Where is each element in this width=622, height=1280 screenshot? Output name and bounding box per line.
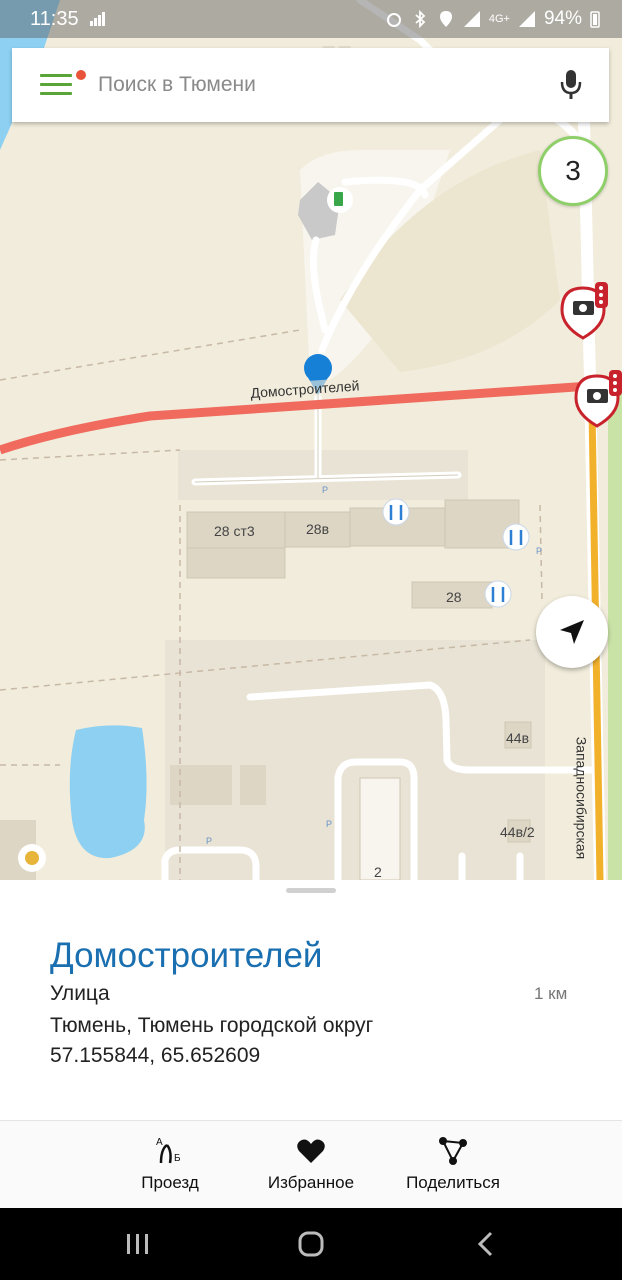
my-location-button[interactable]	[536, 596, 608, 668]
route-icon: A Б	[156, 1137, 181, 1164]
action-bar: A Б Проезд Избранное Поделиться	[0, 1120, 622, 1208]
place-card[interactable]: Домостроителей Улица 1 км Тюмень, Тюмень…	[0, 880, 622, 1120]
building-label: 44в/2	[500, 824, 535, 840]
share-icon	[439, 1137, 467, 1165]
battery-percent: 94%	[543, 8, 582, 29]
svg-text:Б: Б	[174, 1153, 181, 1164]
place-type: Улица	[50, 982, 110, 1005]
status-bar: 11:35 4G+ 94%	[0, 0, 622, 38]
route-button[interactable]: A Б Проезд	[120, 1121, 220, 1209]
search-input[interactable]	[98, 73, 533, 97]
map-view[interactable]: P P P P Домостроителей Западносибирская …	[0, 0, 622, 880]
favorites-button[interactable]: Избранное	[256, 1121, 366, 1209]
heart-icon	[297, 1139, 325, 1163]
route-label: Проезд	[141, 1173, 199, 1192]
voice-search-button[interactable]	[533, 48, 609, 122]
bluetooth-icon	[415, 10, 426, 28]
place-coordinates: 57.155844, 65.652609	[50, 1044, 261, 1067]
svg-text:P: P	[322, 485, 328, 495]
share-button[interactable]: Поделиться	[398, 1121, 508, 1209]
system-navigation-bar	[0, 1208, 622, 1280]
building-label: 44в	[506, 730, 530, 746]
notification-dot	[76, 70, 86, 80]
back-button[interactable]	[456, 1226, 516, 1262]
recent-apps-button[interactable]	[108, 1226, 168, 1262]
navigation-arrow-icon	[560, 620, 584, 644]
place-address: Тюмень, Тюмень городской округ	[50, 1014, 374, 1037]
menu-button[interactable]	[12, 48, 98, 122]
svg-text:P: P	[206, 836, 212, 846]
place-title: Домостроителей	[50, 936, 323, 975]
battery-icon	[590, 11, 600, 28]
signal-bars-icon	[89, 12, 105, 26]
street-label-zapadnosibirskaya: Западносибирская	[573, 736, 590, 860]
svg-text:P: P	[326, 819, 332, 829]
wifi-signal-icon	[463, 11, 480, 27]
building-label: 28в	[306, 521, 330, 537]
cell-signal-icon	[518, 11, 535, 27]
recent-apps-icon	[127, 1234, 148, 1254]
status-time: 11:35	[30, 7, 79, 30]
svg-text:P: P	[536, 546, 542, 556]
search-bar	[12, 48, 609, 122]
building-label: 28	[446, 589, 462, 605]
building-label: 28 ст3	[214, 523, 255, 539]
home-icon	[298, 1231, 324, 1257]
layer-counter-badge[interactable]: 3	[538, 136, 608, 206]
location-icon	[439, 11, 452, 27]
network-type: 4G+	[488, 13, 510, 25]
svg-text:A: A	[156, 1137, 163, 1148]
back-icon	[477, 1231, 493, 1257]
building-label: 2	[374, 864, 382, 880]
sheet-drag-handle[interactable]	[286, 888, 336, 893]
microphone-icon	[560, 70, 582, 99]
alarm-icon	[386, 13, 401, 27]
favorites-label: Избранное	[267, 1173, 355, 1192]
home-button[interactable]	[281, 1226, 341, 1262]
place-distance: 1 км	[534, 984, 568, 1003]
map-canvas: P P P P	[0, 0, 622, 880]
share-label: Поделиться	[406, 1173, 500, 1192]
